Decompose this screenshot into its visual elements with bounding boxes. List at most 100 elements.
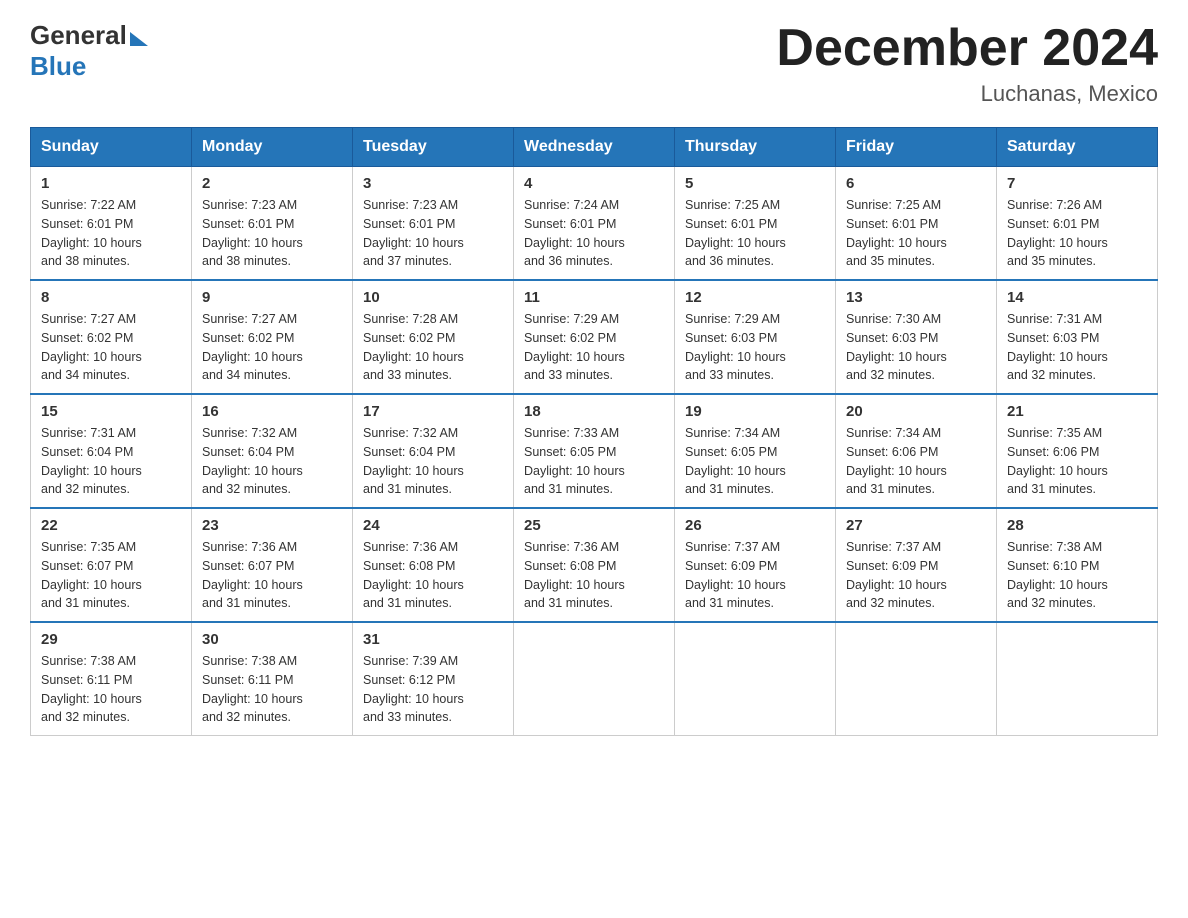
day-info: Sunrise: 7:23 AMSunset: 6:01 PMDaylight:… [363, 196, 503, 271]
month-title: December 2024 [776, 20, 1158, 77]
day-info: Sunrise: 7:29 AMSunset: 6:03 PMDaylight:… [685, 310, 825, 385]
day-info: Sunrise: 7:31 AMSunset: 6:03 PMDaylight:… [1007, 310, 1147, 385]
calendar-cell [997, 622, 1158, 736]
day-number: 19 [685, 403, 825, 420]
calendar-cell: 13 Sunrise: 7:30 AMSunset: 6:03 PMDayligh… [836, 280, 997, 394]
day-number: 28 [1007, 517, 1147, 534]
calendar-cell: 22 Sunrise: 7:35 AMSunset: 6:07 PMDayligh… [31, 508, 192, 622]
calendar-cell [514, 622, 675, 736]
calendar-cell: 16Sunrise: 7:32 AMSunset: 6:04 PMDayligh… [192, 394, 353, 508]
day-info: Sunrise: 7:35 AMSunset: 6:07 PMDaylight:… [41, 538, 181, 613]
calendar-cell: 3 Sunrise: 7:23 AMSunset: 6:01 PMDaylight… [353, 167, 514, 281]
day-info: Sunrise: 7:36 AMSunset: 6:07 PMDaylight:… [202, 538, 342, 613]
day-info: Sunrise: 7:25 AMSunset: 6:01 PMDaylight:… [685, 196, 825, 271]
day-info: Sunrise: 7:36 AMSunset: 6:08 PMDaylight:… [524, 538, 664, 613]
day-info: Sunrise: 7:37 AMSunset: 6:09 PMDaylight:… [846, 538, 986, 613]
day-info: Sunrise: 7:26 AMSunset: 6:01 PMDaylight:… [1007, 196, 1147, 271]
day-number: 6 [846, 175, 986, 192]
day-info: Sunrise: 7:25 AMSunset: 6:01 PMDaylight:… [846, 196, 986, 271]
day-number: 7 [1007, 175, 1147, 192]
header-friday: Friday [836, 128, 997, 167]
calendar-cell: 26Sunrise: 7:37 AMSunset: 6:09 PMDayligh… [675, 508, 836, 622]
day-info: Sunrise: 7:28 AMSunset: 6:02 PMDaylight:… [363, 310, 503, 385]
calendar-cell: 29Sunrise: 7:38 AMSunset: 6:11 PMDayligh… [31, 622, 192, 736]
day-number: 27 [846, 517, 986, 534]
day-number: 25 [524, 517, 664, 534]
calendar-cell [675, 622, 836, 736]
location-label: Luchanas, Mexico [776, 81, 1158, 107]
calendar-table: Sunday Monday Tuesday Wednesday Thursday… [30, 127, 1158, 736]
day-number: 20 [846, 403, 986, 420]
calendar-cell: 30Sunrise: 7:38 AMSunset: 6:11 PMDayligh… [192, 622, 353, 736]
day-info: Sunrise: 7:39 AMSunset: 6:12 PMDaylight:… [363, 652, 503, 727]
day-number: 22 [41, 517, 181, 534]
day-number: 2 [202, 175, 342, 192]
day-info: Sunrise: 7:38 AMSunset: 6:10 PMDaylight:… [1007, 538, 1147, 613]
header-monday: Monday [192, 128, 353, 167]
calendar-cell: 12 Sunrise: 7:29 AMSunset: 6:03 PMDayligh… [675, 280, 836, 394]
day-number: 12 [685, 289, 825, 306]
day-number: 13 [846, 289, 986, 306]
day-number: 1 [41, 175, 181, 192]
calendar-cell: 27 Sunrise: 7:37 AMSunset: 6:09 PMDayligh… [836, 508, 997, 622]
day-info: Sunrise: 7:34 AMSunset: 6:05 PMDaylight:… [685, 424, 825, 499]
calendar-week-row: 8Sunrise: 7:27 AMSunset: 6:02 PMDaylight… [31, 280, 1158, 394]
day-info: Sunrise: 7:33 AMSunset: 6:05 PMDaylight:… [524, 424, 664, 499]
calendar-cell: 1 Sunrise: 7:22 AMSunset: 6:01 PMDaylight… [31, 167, 192, 281]
day-number: 17 [363, 403, 503, 420]
day-number: 3 [363, 175, 503, 192]
day-number: 11 [524, 289, 664, 306]
day-info: Sunrise: 7:34 AMSunset: 6:06 PMDaylight:… [846, 424, 986, 499]
header-wednesday: Wednesday [514, 128, 675, 167]
calendar-cell: 11 Sunrise: 7:29 AMSunset: 6:02 PMDayligh… [514, 280, 675, 394]
day-number: 15 [41, 403, 181, 420]
calendar-cell: 9Sunrise: 7:27 AMSunset: 6:02 PMDaylight… [192, 280, 353, 394]
day-info: Sunrise: 7:38 AMSunset: 6:11 PMDaylight:… [202, 652, 342, 727]
day-number: 21 [1007, 403, 1147, 420]
day-number: 5 [685, 175, 825, 192]
day-number: 8 [41, 289, 181, 306]
calendar-cell: 28 Sunrise: 7:38 AMSunset: 6:10 PMDayligh… [997, 508, 1158, 622]
day-number: 4 [524, 175, 664, 192]
day-info: Sunrise: 7:31 AMSunset: 6:04 PMDaylight:… [41, 424, 181, 499]
calendar-cell: 4 Sunrise: 7:24 AMSunset: 6:01 PMDaylight… [514, 167, 675, 281]
calendar-cell: 31 Sunrise: 7:39 AMSunset: 6:12 PMDayligh… [353, 622, 514, 736]
day-info: Sunrise: 7:29 AMSunset: 6:02 PMDaylight:… [524, 310, 664, 385]
day-number: 14 [1007, 289, 1147, 306]
day-number: 10 [363, 289, 503, 306]
calendar-cell: 8Sunrise: 7:27 AMSunset: 6:02 PMDaylight… [31, 280, 192, 394]
logo-general-text: General [30, 20, 127, 51]
day-info: Sunrise: 7:32 AMSunset: 6:04 PMDaylight:… [202, 424, 342, 499]
day-number: 24 [363, 517, 503, 534]
header-saturday: Saturday [997, 128, 1158, 167]
calendar-cell: 24Sunrise: 7:36 AMSunset: 6:08 PMDayligh… [353, 508, 514, 622]
logo-arrow-icon [130, 32, 148, 46]
day-number: 29 [41, 631, 181, 648]
calendar-cell: 5 Sunrise: 7:25 AMSunset: 6:01 PMDaylight… [675, 167, 836, 281]
calendar-cell: 6 Sunrise: 7:25 AMSunset: 6:01 PMDaylight… [836, 167, 997, 281]
calendar-cell: 25 Sunrise: 7:36 AMSunset: 6:08 PMDayligh… [514, 508, 675, 622]
calendar-cell: 18 Sunrise: 7:33 AMSunset: 6:05 PMDayligh… [514, 394, 675, 508]
day-number: 9 [202, 289, 342, 306]
calendar-week-row: 15 Sunrise: 7:31 AMSunset: 6:04 PMDayligh… [31, 394, 1158, 508]
logo-blue-text: Blue [30, 51, 86, 82]
header-sunday: Sunday [31, 128, 192, 167]
calendar-cell: 15 Sunrise: 7:31 AMSunset: 6:04 PMDayligh… [31, 394, 192, 508]
calendar-week-row: 1 Sunrise: 7:22 AMSunset: 6:01 PMDaylight… [31, 167, 1158, 281]
title-section: December 2024 Luchanas, Mexico [776, 20, 1158, 107]
day-number: 18 [524, 403, 664, 420]
calendar-cell: 14 Sunrise: 7:31 AMSunset: 6:03 PMDayligh… [997, 280, 1158, 394]
day-number: 31 [363, 631, 503, 648]
header-thursday: Thursday [675, 128, 836, 167]
calendar-cell [836, 622, 997, 736]
day-info: Sunrise: 7:24 AMSunset: 6:01 PMDaylight:… [524, 196, 664, 271]
header-tuesday: Tuesday [353, 128, 514, 167]
calendar-cell: 19 Sunrise: 7:34 AMSunset: 6:05 PMDayligh… [675, 394, 836, 508]
calendar-cell: 23 Sunrise: 7:36 AMSunset: 6:07 PMDayligh… [192, 508, 353, 622]
day-number: 26 [685, 517, 825, 534]
day-info: Sunrise: 7:30 AMSunset: 6:03 PMDaylight:… [846, 310, 986, 385]
calendar-cell: 20 Sunrise: 7:34 AMSunset: 6:06 PMDayligh… [836, 394, 997, 508]
calendar-cell: 17Sunrise: 7:32 AMSunset: 6:04 PMDayligh… [353, 394, 514, 508]
day-number: 23 [202, 517, 342, 534]
day-info: Sunrise: 7:22 AMSunset: 6:01 PMDaylight:… [41, 196, 181, 271]
